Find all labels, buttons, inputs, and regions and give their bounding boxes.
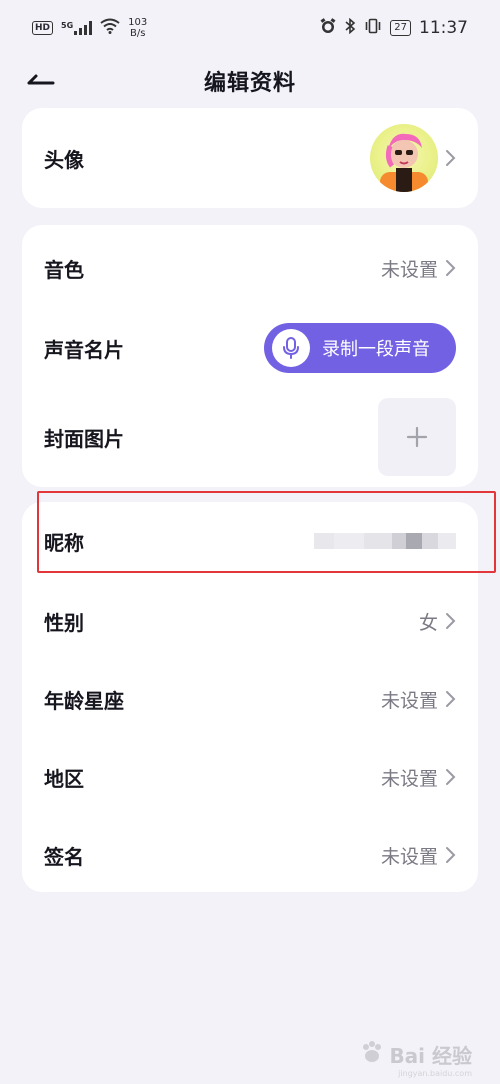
voice-card-row: 声音名片 录制一段声音 xyxy=(22,315,478,381)
age-zodiac-row[interactable]: 年龄星座 未设置 xyxy=(22,662,478,736)
record-button-label: 录制一段声音 xyxy=(322,339,430,360)
back-button[interactable] xyxy=(26,66,62,96)
back-arrow-icon xyxy=(26,71,56,91)
wifi-icon xyxy=(100,18,120,38)
chevron-right-icon xyxy=(446,847,456,863)
net-speed-unit: B/s xyxy=(129,28,146,39)
avatar-card: 头像 xyxy=(22,108,478,208)
signature-label: 签名 xyxy=(44,844,84,869)
age-zodiac-row-right: 未设置 xyxy=(381,686,456,713)
paw-icon xyxy=(359,1039,385,1070)
signature-value: 未设置 xyxy=(380,845,438,868)
microphone-icon xyxy=(283,337,299,359)
avatar-label: 头像 xyxy=(44,147,84,172)
chevron-right-icon xyxy=(446,260,456,276)
timbre-row[interactable]: 音色 未设置 xyxy=(22,235,478,301)
bluetooth-icon xyxy=(344,17,356,38)
chevron-right-icon xyxy=(446,150,456,166)
mic-icon-circle xyxy=(272,329,310,367)
battery-indicator: 27 xyxy=(390,20,411,36)
add-cover-button[interactable] xyxy=(378,398,456,476)
hd-badge: HD xyxy=(32,21,54,35)
signature-row[interactable]: 签名 未设置 xyxy=(22,818,478,892)
record-voice-button[interactable]: 录制一段声音 xyxy=(264,323,456,373)
avatar-row-right xyxy=(370,124,456,192)
voice-card: 音色 未设置 声音名片 录制一段声音 封面图片 xyxy=(22,225,478,487)
age-zodiac-label: 年龄星座 xyxy=(44,688,124,713)
avatar[interactable] xyxy=(370,124,438,192)
voice-card-label: 声音名片 xyxy=(44,337,124,362)
top-app-bar: 编辑资料 xyxy=(0,56,500,106)
signature-row-right: 未设置 xyxy=(381,842,456,869)
gender-label: 性别 xyxy=(44,610,84,635)
watermark-sub: jingyan.baidu.com xyxy=(398,1069,472,1078)
watermark-text: Bai 经验 xyxy=(389,1044,472,1068)
signal-icon: 5G xyxy=(61,21,93,35)
net-speed-value: 103 xyxy=(128,17,148,28)
watermark: Bai 经验 jingyan.baidu.com xyxy=(359,1039,472,1078)
age-zodiac-value: 未设置 xyxy=(380,689,438,712)
region-row[interactable]: 地区 未设置 xyxy=(22,740,478,814)
page-title: 编辑资料 xyxy=(203,71,296,96)
clock: 11:37 xyxy=(419,18,468,38)
cover-label: 封面图片 xyxy=(44,426,124,451)
gender-value: 女 xyxy=(418,611,438,634)
nickname-label: 昵称 xyxy=(44,530,84,555)
timbre-row-right: 未设置 xyxy=(381,255,456,282)
gender-row-right: 女 xyxy=(419,608,456,635)
nickname-row[interactable]: 昵称 xyxy=(22,506,478,576)
nickname-value-blurred xyxy=(314,530,456,552)
alarm-icon xyxy=(320,18,336,38)
plus-icon xyxy=(406,426,428,448)
cover-row: 封面图片 xyxy=(22,395,478,479)
vibrate-icon xyxy=(364,18,382,38)
signal-label: 5G xyxy=(61,21,74,30)
status-bar: HD 5G 103 B/s 27 11:37 xyxy=(0,0,500,56)
info-card: 昵称 性别 女 年龄星座 未设置 地区 未设置 签名 未设置 xyxy=(22,502,478,892)
gender-row[interactable]: 性别 女 xyxy=(22,584,478,658)
timbre-label: 音色 xyxy=(44,257,84,282)
timbre-value: 未设置 xyxy=(380,258,438,281)
chevron-right-icon xyxy=(446,769,456,785)
region-row-right: 未设置 xyxy=(381,764,456,791)
status-left: HD 5G 103 B/s xyxy=(32,17,147,39)
net-speed: 103 B/s xyxy=(128,17,147,39)
avatar-row[interactable]: 头像 xyxy=(22,108,478,208)
status-right: 27 11:37 xyxy=(320,17,468,38)
chevron-right-icon xyxy=(446,613,456,629)
region-value: 未设置 xyxy=(380,767,438,790)
region-label: 地区 xyxy=(44,766,84,791)
chevron-right-icon xyxy=(446,691,456,707)
